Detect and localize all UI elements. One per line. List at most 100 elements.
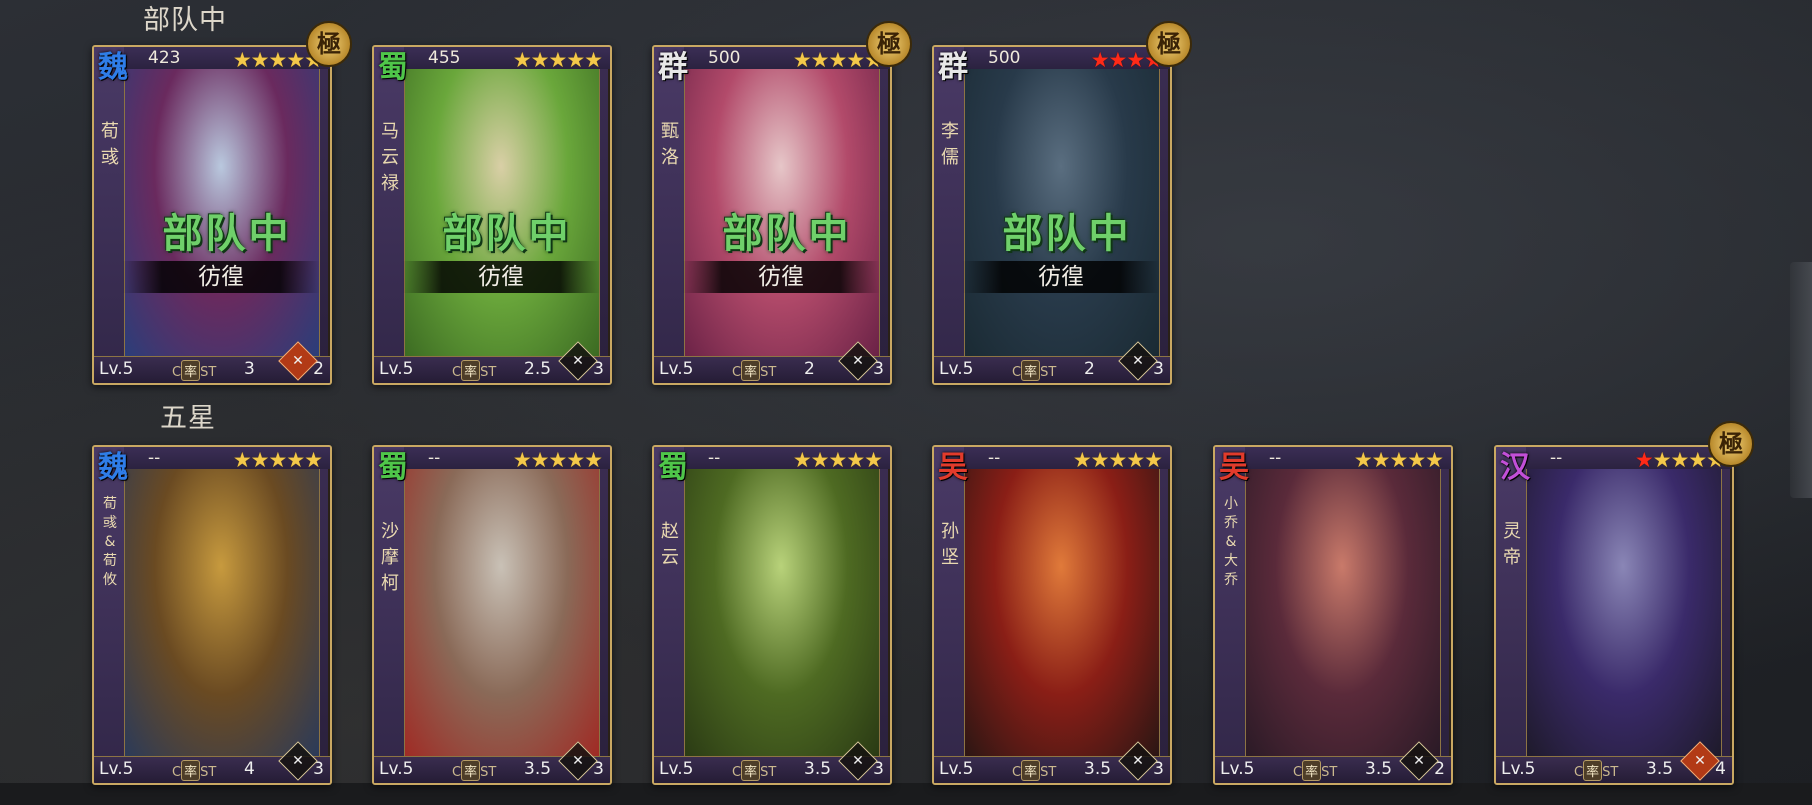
state-label: 彷徨	[682, 261, 880, 293]
general-name: 孙坚	[941, 521, 959, 568]
rarity-stars: ★★★★★	[513, 48, 603, 72]
st-label: ST	[1321, 765, 1338, 780]
level-label: Lv.5	[99, 359, 134, 379]
rarity-stars: ★★★★★	[1072, 448, 1163, 472]
stat-tag: 率	[181, 760, 201, 781]
state-label: 彷徨	[122, 261, 320, 293]
stat-tag: 率	[1021, 360, 1041, 381]
red-star-icon: ★	[1634, 448, 1654, 472]
status-label: 部队中	[162, 211, 292, 257]
general-name: 马云禄	[381, 121, 399, 194]
faction-label: 魏	[98, 50, 128, 85]
level-label: Lv.5	[659, 759, 694, 779]
side-panel	[374, 47, 405, 357]
c-label: C	[1012, 765, 1022, 780]
rarity-stars: ★★★★★	[793, 448, 883, 472]
command-stat: C 率 ST	[1293, 760, 1337, 781]
st-label: ST	[480, 765, 497, 780]
st-label: ST	[1040, 365, 1057, 380]
general-name: 李儒	[941, 121, 959, 168]
deployed-card[interactable]: 群 500 ★★★★★ 甄洛 部队中 彷徨 Lv.5 C 率 ST 2 3 ✕	[652, 45, 892, 385]
c-label: C	[172, 365, 182, 380]
stat-tag: 率	[1583, 760, 1603, 781]
cost-value: 423	[148, 48, 181, 68]
c-label: C	[452, 765, 462, 780]
general-name: 赵云	[661, 521, 679, 568]
troop-glyph: ✕	[1694, 753, 1706, 769]
side-panel	[1496, 447, 1527, 757]
c-label: C	[1012, 365, 1022, 380]
rarity-stars: ★★★★★	[513, 448, 603, 472]
command-stat: C 率 ST	[452, 760, 496, 781]
stat-tag: 率	[741, 760, 761, 781]
side-panel	[94, 447, 125, 757]
level-label: Lv.5	[939, 759, 974, 779]
general-name: 荀彧&荀攸	[103, 496, 117, 588]
rarity-stars: ★★★★★	[233, 448, 323, 472]
troop-glyph: ✕	[572, 753, 584, 769]
five-star-card[interactable]: 汉 -- ★★★★★ 灵帝 Lv.5 C 率 ST 3.5 4 ✕	[1494, 445, 1734, 785]
deployed-card[interactable]: 魏 423 ★★★★★ 荀彧 部队中 彷徨 Lv.5 C 率 ST 3 2 ✕	[92, 45, 332, 385]
five-star-card[interactable]: 吴 -- ★★★★★ 孙坚 Lv.5 C 率 ST 3.5 3 ✕	[932, 445, 1172, 785]
general-name: 沙摩柯	[381, 521, 399, 594]
five-star-card[interactable]: 吴 -- ★★★★★ 小乔&大乔 Lv.5 C 率 ST 3.5 2 ✕	[1213, 445, 1453, 785]
general-name: 灵帝	[1503, 521, 1521, 568]
bottom-bar	[0, 783, 1812, 805]
faction-label: 群	[658, 50, 688, 85]
portrait	[682, 463, 880, 757]
troop-glyph: ✕	[572, 353, 584, 369]
gold-star-icon: ★★★★★	[1072, 448, 1163, 472]
kyoku-badge-icon: 極	[1708, 421, 1754, 467]
stat-tag: 率	[461, 360, 481, 381]
c-value: 2.5	[524, 359, 552, 379]
c-value: 3.5	[1365, 759, 1393, 779]
general-name: 荀彧	[101, 121, 119, 168]
cost-value: --	[1269, 448, 1282, 468]
cost-value: --	[988, 448, 1001, 468]
troop-glyph: ✕	[292, 753, 304, 769]
general-name: 甄洛	[661, 121, 679, 168]
five-star-card[interactable]: 魏 -- ★★★★★ 荀彧&荀攸 Lv.5 C 率 ST 4 3 ✕	[92, 445, 332, 785]
command-stat: C 率 ST	[452, 360, 496, 381]
st-label: ST	[760, 365, 777, 380]
faction-label: 吴	[1219, 450, 1249, 485]
command-stat: C 率 ST	[172, 760, 216, 781]
st-label: ST	[480, 365, 497, 380]
c-value: 4	[244, 759, 255, 779]
cost-value: --	[1550, 448, 1563, 468]
state-label: 彷徨	[402, 261, 600, 293]
c-value: 3.5	[1646, 759, 1674, 779]
c-label: C	[732, 765, 742, 780]
st-label: ST	[760, 765, 777, 780]
cost-value: --	[148, 448, 161, 468]
side-scroll-tab[interactable]	[1790, 262, 1812, 498]
c-label: C	[172, 765, 182, 780]
c-value: 2	[1084, 359, 1095, 379]
side-panel	[374, 447, 405, 757]
st-label: ST	[1040, 765, 1057, 780]
general-name: 小乔&大乔	[1224, 496, 1238, 588]
stat-tag: 率	[741, 360, 761, 381]
side-panel	[934, 447, 965, 757]
level-label: Lv.5	[659, 359, 694, 379]
side-panel	[654, 47, 685, 357]
level-label: Lv.5	[99, 759, 134, 779]
five-star-card[interactable]: 蜀 -- ★★★★★ 沙摩柯 Lv.5 C 率 ST 3.5 3 ✕	[372, 445, 612, 785]
status-label: 部队中	[1002, 211, 1132, 257]
faction-label: 蜀	[378, 50, 408, 85]
command-stat: C 率 ST	[172, 360, 216, 381]
command-stat: C 率 ST	[1574, 760, 1618, 781]
status-label: 部队中	[442, 211, 572, 257]
cost-value: 500	[988, 48, 1021, 68]
five-star-card[interactable]: 蜀 -- ★★★★★ 赵云 Lv.5 C 率 ST 3.5 3 ✕	[652, 445, 892, 785]
stat-tag: 率	[1302, 760, 1322, 781]
command-stat: C 率 ST	[732, 760, 776, 781]
gold-star-icon: ★★★★★	[1353, 448, 1444, 472]
side-panel	[1215, 447, 1246, 757]
deployed-card[interactable]: 群 500 ★★★★ 李儒 部队中 彷徨 Lv.5 C 率 ST 2 3 ✕	[932, 45, 1172, 385]
deployed-card[interactable]: 蜀 455 ★★★★★ 马云禄 部队中 彷徨 Lv.5 C 率 ST 2.5 3 ✕	[372, 45, 612, 385]
side-panel	[94, 47, 125, 357]
command-stat: C 率 ST	[1012, 760, 1056, 781]
level-label: Lv.5	[1501, 759, 1536, 779]
command-stat: C 率 ST	[732, 360, 776, 381]
